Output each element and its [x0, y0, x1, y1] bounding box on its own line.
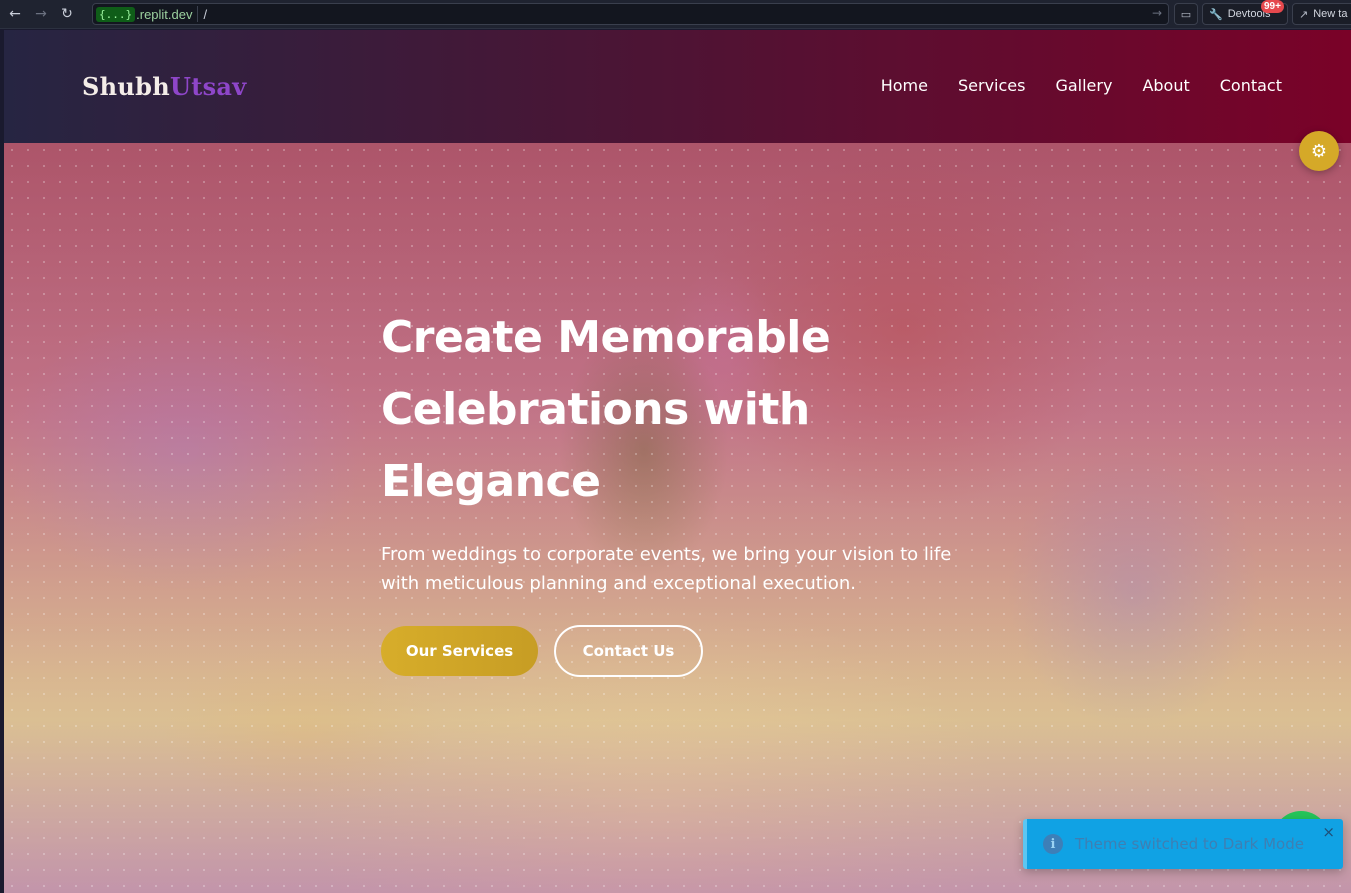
main-nav: Home Services Gallery About Contact [881, 76, 1282, 95]
monitor-icon[interactable]: ▭ [1174, 3, 1198, 25]
theme-toggle-button[interactable]: ⚙ [1299, 131, 1339, 171]
toast-notification: i Theme switched to Dark Mode × [1023, 819, 1343, 869]
site-logo[interactable]: ShubhUtsav [82, 72, 247, 101]
sun-icon: ⚙ [1310, 140, 1328, 162]
go-arrow-icon[interactable]: → [1152, 6, 1162, 20]
url-host: .replit.dev [136, 6, 193, 22]
nav-contact[interactable]: Contact [1220, 76, 1282, 95]
info-icon: i [1043, 834, 1063, 854]
url-divider [196, 6, 198, 22]
hero-title: Create Memorable Celebrations with Elega… [381, 302, 1001, 518]
nav-services[interactable]: Services [958, 76, 1025, 95]
close-icon[interactable]: × [1322, 823, 1335, 841]
contact-us-button[interactable]: Contact Us [554, 625, 703, 677]
logo-part-shubh: Shubh [82, 72, 170, 101]
our-services-button[interactable]: Our Services [381, 626, 538, 676]
url-braces: {...} [96, 6, 136, 22]
forward-icon[interactable]: → [30, 3, 52, 25]
nav-gallery[interactable]: Gallery [1055, 76, 1112, 95]
address-bar[interactable]: {...} .replit.dev / → [92, 3, 1169, 25]
nav-home[interactable]: Home [881, 76, 928, 95]
new-tab-label: New ta [1313, 8, 1348, 20]
external-link-icon: ↗ [1299, 7, 1309, 21]
back-icon[interactable]: ← [4, 3, 26, 25]
hero-title-line-3: Elegance [381, 456, 601, 507]
url-path: / [203, 6, 208, 22]
devtools-badge: 99+ [1261, 0, 1284, 13]
hero-subtitle: From weddings to corporate events, we br… [381, 544, 952, 594]
hero-section: Create Memorable Celebrations with Elega… [381, 302, 1001, 677]
logo-part-utsav: Utsav [169, 72, 247, 101]
browser-toolbar: ← → ↻ {...} .replit.dev / → ▭ 🔧 Devtools… [0, 0, 1351, 29]
hero-title-line-1: Create Memorable [381, 312, 831, 363]
hero-title-line-2: Celebrations with [381, 384, 810, 435]
new-tab-button[interactable]: ↗ New ta [1292, 3, 1351, 25]
site-header: ShubhUtsav Home Services Gallery About C… [4, 30, 1351, 143]
page-viewport: ShubhUtsav Home Services Gallery About C… [4, 30, 1351, 893]
reload-icon[interactable]: ↻ [56, 3, 78, 25]
nav-about[interactable]: About [1142, 76, 1189, 95]
wrench-icon: 🔧 [1209, 7, 1223, 21]
hero-actions: Our Services Contact Us [381, 625, 1001, 677]
toast-message: Theme switched to Dark Mode [1075, 835, 1304, 853]
